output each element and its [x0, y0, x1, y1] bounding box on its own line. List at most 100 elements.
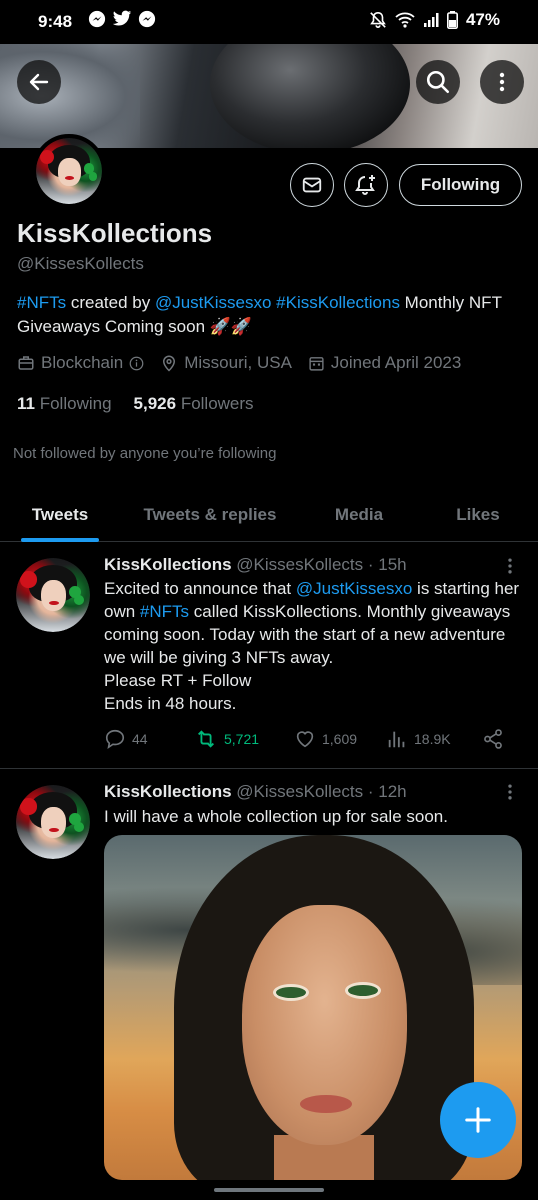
meta-joined-label: Joined April 2023: [330, 353, 462, 372]
mute-bell-icon: [370, 11, 386, 28]
back-arrow-icon: [29, 73, 49, 91]
profile-handle: @KissesKollects: [17, 254, 144, 273]
battery-icon: [446, 11, 458, 29]
tab-tweets[interactable]: Tweets: [0, 488, 120, 542]
views-count: 18.9K: [414, 731, 451, 747]
followers-count: 5,926: [133, 394, 177, 413]
bio-text-1: created by: [66, 293, 155, 312]
status-time: 9:48: [38, 12, 73, 31]
location-pin-icon: [163, 355, 176, 372]
tweet-2-name[interactable]: KissKollections: [104, 782, 232, 801]
tweet-1-line-3: Ends in 48 hours.: [104, 694, 237, 713]
mail-icon: [302, 177, 322, 193]
bio-hashtag-kisskollections[interactable]: #KissKollections: [276, 293, 400, 312]
like-button[interactable]: 1,609: [294, 728, 386, 750]
following-count-link[interactable]: 11 Following: [17, 394, 112, 414]
tab-tweets-label: Tweets: [31, 505, 89, 524]
tweet-2-more-icon[interactable]: [500, 782, 520, 802]
twitter-bird-icon: [112, 10, 132, 26]
tweet-divider: [0, 768, 538, 769]
banner-art-center: [210, 44, 410, 148]
tweet-2-time: · 12h: [367, 782, 407, 801]
status-bar: 9:48 47%: [0, 0, 538, 44]
tweet-2-text: I will have a whole collection up for sa…: [104, 807, 448, 826]
tweet-1-mention[interactable]: @JustKissesxo: [296, 579, 412, 598]
bell-plus-icon: [355, 175, 375, 195]
compose-tweet-button[interactable]: [440, 1082, 516, 1158]
tweet-2-avatar[interactable]: [16, 785, 90, 859]
bio-mention[interactable]: @JustKissesxo: [155, 293, 271, 312]
profile-avatar[interactable]: [32, 134, 106, 208]
views-icon: [388, 731, 405, 748]
followers-count-link[interactable]: 5,926 Followers: [134, 394, 254, 414]
info-icon[interactable]: [129, 356, 144, 371]
tweet-1-handle: @KissesKollects: [236, 555, 364, 574]
tab-tweets-replies[interactable]: Tweets & replies: [120, 488, 300, 542]
tweet-2-header: KissKollections @KissesKollects · 12h: [104, 782, 407, 802]
retweet-count: 5,721: [224, 731, 260, 747]
profile-tabs: Tweets Tweets & replies Media Likes: [0, 488, 538, 542]
calendar-icon: [309, 356, 324, 371]
share-button[interactable]: [482, 728, 504, 750]
notifications-button[interactable]: [344, 163, 388, 207]
tweet-1-time: · 15h: [367, 555, 407, 574]
tweet-1-line-2: Please RT + Follow: [104, 671, 252, 690]
reply-icon: [105, 729, 125, 750]
search-button[interactable]: [416, 60, 460, 104]
tab-media-label: Media: [334, 505, 384, 524]
heart-icon: [296, 731, 314, 748]
more-vertical-icon: [499, 72, 505, 92]
following-button[interactable]: Following: [399, 164, 522, 206]
battery-percent: 47%: [465, 10, 500, 29]
tweet-2-handle: @KissesKollects: [236, 782, 364, 801]
followers-label: Followers: [180, 394, 254, 413]
compose-plus-icon: [465, 1107, 491, 1133]
following-label: Following: [39, 394, 112, 413]
meta-location-label: Missouri, USA: [184, 353, 292, 372]
meta-category-label: Blockchain: [41, 353, 124, 372]
tweet-1-more-icon[interactable]: [500, 556, 520, 576]
briefcase-icon: [18, 356, 34, 370]
reply-count: 44: [132, 731, 148, 747]
bio-hashtag-nfts[interactable]: #NFTs: [17, 293, 66, 312]
views-button[interactable]: 18.9K: [386, 728, 482, 750]
wifi-icon: [395, 12, 415, 28]
retweet-button[interactable]: 5,721: [194, 728, 294, 750]
search-icon: [426, 70, 450, 94]
message-button[interactable]: [290, 163, 334, 207]
system-icons: 47%: [369, 10, 500, 30]
tweet-1-name[interactable]: KissKollections: [104, 555, 232, 574]
tweet-1-text-a: Excited to announce that: [104, 579, 296, 598]
profile-meta: Blockchain Missouri, USA Joined April 20…: [17, 353, 471, 373]
more-options-button[interactable]: [480, 60, 524, 104]
tweet-1-actions: 44 5,721 1,609 18.9K: [104, 728, 514, 750]
tab-likes[interactable]: Likes: [418, 488, 538, 542]
home-indicator[interactable]: [214, 1188, 324, 1192]
tab-media[interactable]: Media: [300, 488, 418, 542]
share-icon: [484, 729, 502, 749]
meta-category: Blockchain: [17, 353, 144, 373]
not-followed-notice: Not followed by anyone you’re following: [13, 445, 277, 462]
following-count: 11: [17, 394, 35, 413]
meta-location: Missouri, USA: [160, 353, 292, 373]
banner-art-left: [0, 44, 140, 148]
profile-banner: [0, 44, 538, 148]
like-count: 1,609: [322, 731, 358, 747]
follow-counts: 11 Following 5,926 Followers: [17, 394, 254, 414]
tweet-1-avatar[interactable]: [16, 558, 90, 632]
signal-icon: [423, 13, 439, 27]
back-button[interactable]: [17, 60, 61, 104]
profile-name: KissKollections: [17, 218, 213, 248]
tweet-1-hashtag[interactable]: #NFTs: [140, 602, 189, 621]
reply-button[interactable]: 44: [104, 728, 194, 750]
tab-tweets-replies-label: Tweets & replies: [143, 505, 277, 524]
profile-bio: #NFTs created by @JustKissesxo #KissKoll…: [17, 291, 517, 339]
messenger-icon: [88, 10, 106, 28]
tab-likes-label: Likes: [456, 505, 500, 524]
tweet-1-text: Excited to announce that @JustKissesxo i…: [104, 577, 524, 715]
active-tab-indicator: [21, 538, 99, 542]
notification-icons: [88, 10, 156, 28]
meta-joined: Joined April 2023: [308, 353, 461, 373]
retweet-icon: [198, 730, 214, 748]
messenger-icon-2: [138, 10, 156, 28]
